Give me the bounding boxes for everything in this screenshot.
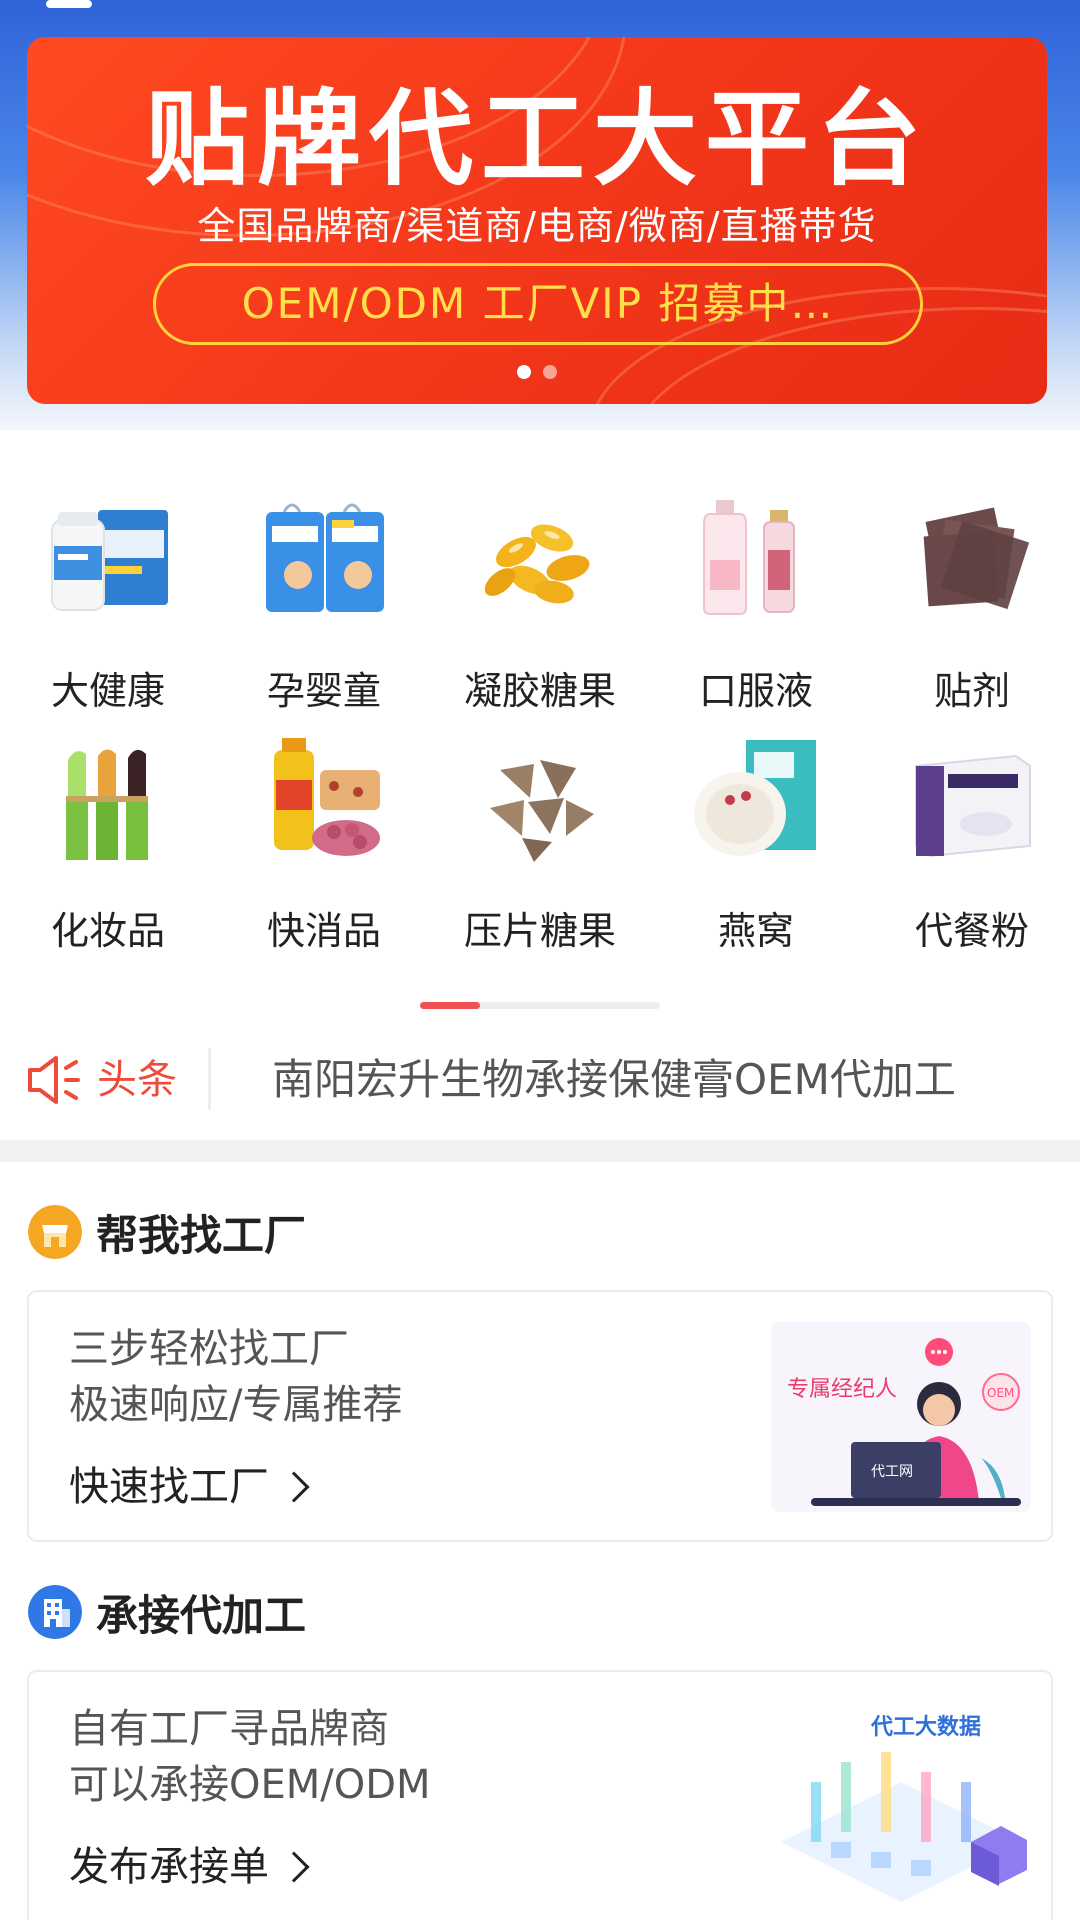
lipstick-icon: [66, 749, 148, 860]
category-item[interactable]: 压片糖果: [432, 730, 648, 953]
category-item[interactable]: 贴剂: [864, 490, 1080, 713]
softgel-capsule-icon: [484, 524, 590, 604]
category-item[interactable]: 化妆品: [0, 730, 216, 953]
headline-ticker[interactable]: 头条 南阳宏升生物承接保健膏OEM代加工: [0, 1030, 1080, 1150]
agent-illustration-icon: 专属经纪人 OEM 代工网: [771, 1322, 1031, 1512]
home-page: 贴牌代工大平台 全国品牌商/渠道商/电商/微商/直播带货 OEM/ODM 工厂V…: [0, 0, 1080, 1920]
link-label: 发布承接单: [69, 1844, 269, 1890]
tablet-candy-icon: [490, 760, 594, 862]
find-factory-card[interactable]: 三步轻松找工厂 极速响应/专属推荐 快速找工厂 专属经纪人 OEM 代工网: [27, 1290, 1053, 1542]
oral-liquid-bottle-icon: [703, 500, 795, 615]
card-line: 可以承接OEM/ODM: [69, 1762, 431, 1808]
section-title: 承接代加工: [96, 1590, 307, 1640]
section-header-find-factory: 帮我找工厂: [28, 1202, 306, 1262]
banner-subtitle: 全国品牌商/渠道商/电商/微商/直播带货: [197, 204, 877, 248]
banner-cta[interactable]: OEM/ODM 工厂VIP 招募中…: [153, 263, 923, 345]
snack-oil-icon: [274, 738, 380, 856]
category-item[interactable]: 代餐粉: [864, 730, 1080, 953]
shop-icon: [28, 1205, 82, 1259]
category-label: 压片糖果: [463, 909, 616, 953]
category-item[interactable]: 大健康: [0, 490, 216, 713]
link-label: 快速找工厂: [69, 1464, 269, 1510]
category-label: 大健康: [50, 669, 165, 713]
category-item[interactable]: 快消品: [216, 730, 432, 953]
card-line: 自有工厂寻品牌商: [69, 1706, 389, 1752]
category-item[interactable]: 燕窝: [648, 730, 864, 953]
diaper-pack-icon: [266, 503, 384, 612]
category-label: 口服液: [698, 669, 813, 713]
category-grid: 大健康 孕婴童 凝胶糖果 口服液 贴剂 化妆品 快消品 压片糖果 燕窝 代餐粉: [0, 430, 1080, 1030]
menu-icon[interactable]: [46, 0, 92, 8]
speaker-icon: [28, 1056, 80, 1104]
category-scrollbar-thumb[interactable]: [420, 1002, 480, 1009]
category-label: 化妆品: [50, 909, 165, 953]
carousel-indicator: [517, 365, 557, 379]
card-line: 极速响应/专属推荐: [69, 1382, 403, 1428]
ticker-tag: 头条: [97, 1057, 177, 1103]
category-label: 代餐粉: [914, 909, 1029, 953]
category-item[interactable]: 凝胶糖果: [432, 490, 648, 713]
carousel-dot[interactable]: [517, 365, 531, 379]
meal-replacement-box-icon: [915, 754, 1031, 858]
category-label: 燕窝: [717, 909, 794, 953]
publish-order-link[interactable]: 发布承接单: [69, 1840, 310, 1894]
art-caption: 专属经纪人: [787, 1377, 897, 1402]
promo-banner[interactable]: 贴牌代工大平台 全国品牌商/渠道商/电商/微商/直播带货 OEM/ODM 工厂V…: [27, 37, 1047, 404]
section-title: 帮我找工厂: [96, 1210, 307, 1260]
art-bubble: OEM: [987, 1386, 1014, 1400]
category-label: 孕婴童: [266, 669, 381, 713]
ticker-divider: [208, 1048, 211, 1110]
art-laptop-label: 代工网: [871, 1464, 913, 1480]
card-line: 三步轻松找工厂: [69, 1326, 349, 1372]
patch-icon: [923, 507, 1030, 610]
quick-find-factory-link[interactable]: 快速找工厂: [69, 1460, 310, 1514]
carousel-dot[interactable]: [543, 365, 557, 379]
birds-nest-icon: [694, 740, 816, 856]
chevron-right-icon: [278, 1471, 310, 1503]
category-item[interactable]: 口服液: [648, 490, 864, 713]
section-header-take-orders: 承接代加工: [28, 1582, 306, 1642]
supplement-box-icon: [51, 510, 168, 611]
category-label: 贴剂: [933, 669, 1010, 713]
ticker-headline[interactable]: 南阳宏升生物承接保健膏OEM代加工: [272, 1050, 956, 1110]
chevron-right-icon: [278, 1851, 310, 1883]
category-item[interactable]: 孕婴童: [216, 490, 432, 713]
art-caption: 代工大数据: [870, 1714, 981, 1740]
section-divider: [0, 1140, 1080, 1162]
building-icon: [28, 1585, 82, 1639]
big-data-illustration-icon: 代工大数据: [781, 1714, 1027, 1902]
take-orders-card[interactable]: 自有工厂寻品牌商 可以承接OEM/ODM 发布承接单 代工大数据: [27, 1670, 1053, 1920]
category-label: 凝胶糖果: [463, 669, 616, 713]
banner-title: 贴牌代工大平台: [144, 78, 929, 200]
category-label: 快消品: [266, 909, 381, 953]
